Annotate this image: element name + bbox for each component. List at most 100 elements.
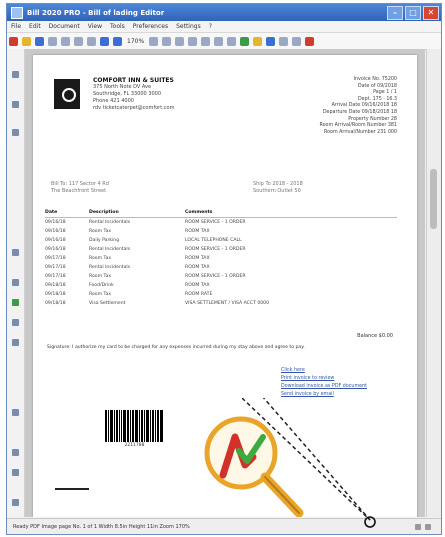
save-icon[interactable] — [35, 36, 44, 46]
cell: 09/18/18 — [45, 301, 66, 306]
bill-to-line: The Beachfront Street — [51, 188, 107, 194]
redo-icon[interactable] — [175, 36, 185, 46]
grid-tool-icon[interactable] — [12, 499, 19, 506]
cell: Rental Incidentals — [89, 247, 131, 252]
check-icon[interactable] — [240, 36, 250, 46]
eraser-tool-icon[interactable] — [12, 409, 19, 416]
pointer-tool-icon[interactable] — [12, 71, 19, 78]
new-icon[interactable] — [9, 36, 18, 46]
menu-file[interactable]: File — [11, 23, 21, 30]
image-tool-icon[interactable] — [12, 129, 19, 136]
cell: 09/18/18 — [45, 283, 66, 288]
table-header: Date Description Comments — [45, 210, 397, 218]
ship-to-line: Ship To 2018 - 2018 — [253, 181, 303, 187]
window-title: Bill 2020 PRO - Bill of lading Editor — [27, 8, 165, 17]
help-icon[interactable] — [292, 36, 302, 46]
table-row: 09/16/18 Daily Parking LOCAL TELEPHONE CAL… — [45, 236, 397, 245]
vertical-scrollbar[interactable] — [426, 49, 441, 517]
cell: Room Tax — [89, 292, 112, 297]
cut-icon[interactable] — [61, 36, 70, 46]
table-row: 09/16/18 Room Tax ROOM TAX — [45, 227, 397, 236]
cell: 09/16/18 — [45, 247, 66, 252]
maximize-button[interactable]: □ — [405, 5, 421, 20]
company-email: rdv ticketcaterpet@comfort.com — [93, 105, 175, 111]
link-print[interactable]: Print invoice to review — [281, 375, 367, 383]
meta-row: Room Arrival/Number 231 000 — [323, 129, 397, 135]
cell: Daily Parking — [89, 238, 120, 243]
zoom-level[interactable]: 170% — [127, 38, 144, 45]
cell: VISA SETTLEMENT / VISA ACCT 0000 — [185, 301, 270, 306]
paste-icon[interactable] — [87, 36, 96, 46]
minimize-button[interactable]: – — [387, 5, 403, 20]
signature-tool-icon[interactable] — [12, 299, 19, 306]
zoom-out-icon[interactable] — [113, 36, 122, 46]
line-tool-icon[interactable] — [12, 249, 19, 256]
fit-page-icon[interactable] — [149, 36, 159, 46]
ruler-tool-icon[interactable] — [12, 449, 19, 456]
scrollbar-thumb[interactable] — [430, 169, 437, 229]
menu-tools[interactable]: Tools — [110, 23, 125, 30]
select-icon[interactable] — [227, 36, 237, 46]
table-row: 09/16/18 Rental Incidentals ROOM SERVICE -… — [45, 218, 397, 227]
link-click-here[interactable]: Click here — [281, 367, 367, 375]
meta-row: Invoice No. 75200 — [353, 77, 397, 82]
cell: 09/16/18 — [45, 229, 66, 234]
company-address: COMFORT INN & SUITES 375 North Note DV A… — [93, 77, 174, 112]
text-tool-icon[interactable] — [12, 101, 19, 108]
zoom-in-icon[interactable] — [100, 36, 109, 46]
measure-tool-icon[interactable] — [12, 469, 19, 476]
status-icon[interactable] — [425, 523, 431, 530]
bill-to-line: Bill To: 117 Sector 4 Rd — [51, 181, 109, 187]
close-button[interactable]: ✕ — [423, 5, 439, 20]
barcode: 2211788 — [105, 410, 164, 448]
link-download-pdf[interactable]: Download invoice as PDF document — [281, 383, 367, 391]
cell: Food/Drink — [89, 283, 114, 288]
open-icon[interactable] — [22, 36, 31, 46]
print-icon[interactable] — [48, 36, 57, 46]
cell: ROOM SERVICE - 1 ORDER — [185, 247, 246, 252]
table-row: 09/18/18 Food/Drink ROOM TAX — [45, 281, 397, 290]
shape-tool-icon[interactable] — [12, 279, 19, 286]
meta-row: Departure Date 09/18/2018 18 — [322, 109, 397, 115]
rotate-right-icon[interactable] — [201, 36, 211, 46]
copy-icon[interactable] — [74, 36, 83, 46]
callout-pointer — [242, 398, 376, 528]
menu-settings[interactable]: Settings — [176, 23, 201, 30]
company-name: COMFORT INN & SUITES — [93, 77, 174, 84]
table-row: 09/18/18 Room Tax ROOM RATE — [45, 290, 397, 299]
crop-icon[interactable] — [214, 36, 224, 46]
meta-row: Room Arrival/Room Number 381 — [319, 123, 397, 129]
balance-total: Balance $0.00 — [357, 333, 393, 339]
undo-icon[interactable] — [162, 36, 172, 46]
col-comments: Comments — [185, 210, 213, 215]
title-bar: Bill 2020 PRO - Bill of lading Editor – … — [7, 4, 441, 21]
menu-view[interactable]: View — [88, 23, 102, 30]
table-row: 09/17/18 Room Tax ROOM SERVICE - 1 ORDER — [45, 272, 397, 281]
dashed-pointer-line — [242, 398, 371, 521]
company-logo — [54, 79, 80, 109]
folder-icon[interactable] — [253, 36, 263, 46]
pdf-icon[interactable] — [305, 36, 315, 46]
menu-document[interactable]: Document — [49, 23, 80, 30]
col-date: Date — [45, 210, 58, 215]
cell: Rental Incidentals — [89, 265, 131, 270]
email-icon[interactable] — [266, 36, 276, 46]
cell: ROOM TAX — [185, 283, 210, 288]
signature-note: Signature: I authorize my card to be cha… — [47, 345, 305, 350]
status-icon[interactable] — [415, 523, 421, 530]
menu-bar: File Edit Document View Tools Preference… — [7, 21, 441, 33]
stamp-tool-icon[interactable] — [12, 319, 19, 326]
cell: 09/16/18 — [45, 238, 66, 243]
table-row: 09/17/18 Room Tax ROOM TAX — [45, 254, 397, 263]
settings-icon[interactable] — [279, 36, 289, 46]
company-line: Southridge, FL 33000 3000 — [93, 91, 162, 97]
dashed-pointer-line — [262, 398, 371, 521]
cell: ROOM TAX — [185, 229, 210, 234]
barcode-number: 2211788 — [124, 443, 145, 448]
bill-to: Bill To: 117 Sector 4 Rd The Beachfront … — [51, 181, 109, 195]
menu-preferences[interactable]: Preferences — [133, 23, 168, 30]
menu-help[interactable]: ? — [209, 23, 212, 30]
highlight-tool-icon[interactable] — [12, 339, 19, 346]
rotate-left-icon[interactable] — [188, 36, 198, 46]
menu-edit[interactable]: Edit — [29, 23, 41, 30]
